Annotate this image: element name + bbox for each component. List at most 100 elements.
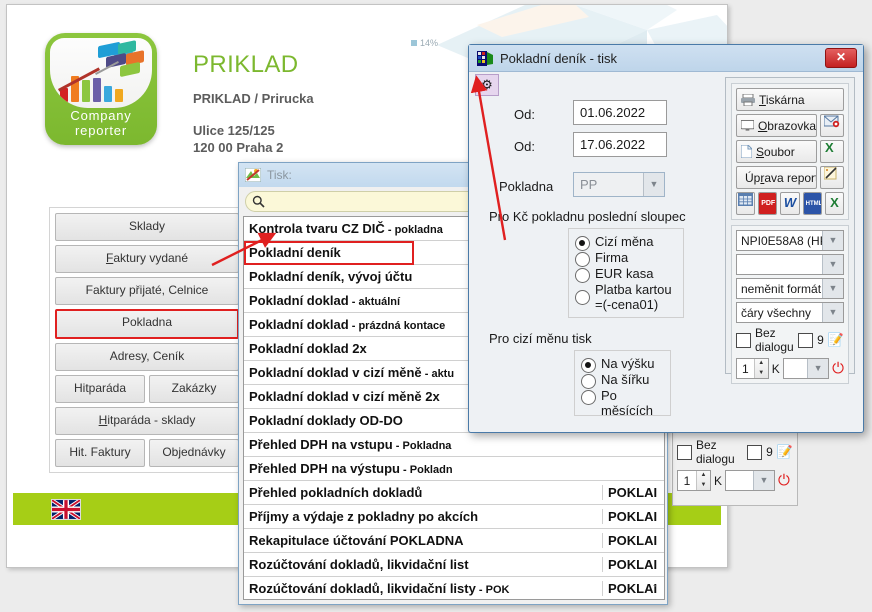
gear-icon[interactable]: ⚙ [475, 74, 499, 96]
list-scroll-down-arrow[interactable]: ˇ [648, 583, 662, 597]
pokladna-value: PP [580, 177, 598, 192]
group1-label: Pro Kč pokladnu poslední sloupec [489, 209, 686, 224]
export-excel-icon[interactable]: X [820, 140, 844, 163]
send-email-icon[interactable] [820, 114, 844, 137]
bg-copies-combo[interactable]: ▼ [725, 470, 776, 491]
export-word-icon[interactable]: W [780, 192, 800, 215]
copies-row: 1 ▲ ▼ K ▼ ⏻ [736, 358, 844, 379]
radio-dot [575, 289, 590, 305]
copies-value: 1 [742, 361, 749, 376]
export-grid-icon[interactable] [736, 192, 756, 215]
chevron-down-icon[interactable]: ▼ [807, 359, 829, 378]
bg-copies-combo-arrow[interactable]: ▼ [753, 471, 775, 490]
report-name: Pokladní deník [249, 245, 341, 260]
close-icon[interactable]: ✕ [825, 48, 857, 68]
nav-row: Hitparáda - sklady [55, 407, 239, 435]
bg-no-dialog-checkbox[interactable] [677, 444, 692, 460]
print-to-screen-button[interactable]: Obrazovka [736, 114, 817, 137]
report-code: POKLAI [602, 533, 664, 548]
dialog-window-icon [477, 50, 493, 66]
report-name-suffix: - prázdná kontace [348, 320, 446, 332]
radio-dot [581, 358, 596, 373]
print-setup-icon[interactable]: 📝 [828, 332, 844, 348]
copies-combo[interactable]: ▼ [782, 358, 830, 379]
nav-button-pokladna[interactable]: Pokladna [55, 309, 239, 339]
no-dialog-checkbox[interactable] [736, 332, 751, 348]
nav-button-hit-faktury[interactable]: Hit. Faktury [55, 439, 145, 467]
bg-copies-spin-buttons[interactable]: ▲ ▼ [696, 471, 710, 490]
nav-button-sklady[interactable]: Sklady [55, 213, 239, 241]
bg-power-icon[interactable]: ⏻ [778, 473, 790, 488]
report-name: Příjmy a výdaje z pokladny po akcích [249, 509, 479, 524]
bg-copies-checkbox[interactable] [747, 444, 763, 460]
radio-dot [575, 236, 590, 251]
copies-spinner[interactable]: 1 ▲ ▼ [736, 358, 769, 379]
radio-na-vysku[interactable]: Na výšku [581, 356, 664, 373]
export-pdf-icon[interactable]: PDF [758, 192, 778, 215]
chevron-down-icon[interactable]: ▼ [822, 279, 843, 298]
nav-row: Hit. Faktury Objednávky [55, 439, 239, 467]
chevron-down-icon[interactable]: ▼ [822, 255, 843, 274]
navigation-panel: Sklady Faktury vydané Faktury přijaté, C… [49, 207, 245, 473]
pokladna-select[interactable]: PP ▼ [573, 172, 665, 197]
nav-row: Hitparáda Zakázky [55, 375, 239, 403]
radio-cizi-mena[interactable]: Cizí měna [575, 234, 677, 251]
nav-button-faktury-prijate-celnice[interactable]: Faktury přijaté, Celnice [55, 277, 239, 305]
export-html-icon[interactable]: HTML [802, 192, 822, 215]
copies-checkbox[interactable] [798, 332, 814, 348]
radio-platba-kartou[interactable]: Platba kartou =(-cena01) [575, 282, 677, 312]
edit-report-button[interactable]: Úprava report [736, 166, 817, 189]
nav-row: Faktury vydané [55, 245, 239, 273]
report-list-row[interactable]: Přehled pokladních dokladů POKLAI [244, 481, 664, 505]
radio-firma[interactable]: Firma [575, 250, 677, 267]
print-to-file-button[interactable]: Soubor [736, 140, 817, 163]
export-xls-icon[interactable]: X [824, 192, 845, 215]
radio-label: Na šířku [601, 372, 650, 387]
bg-copies-spinner[interactable]: 1 ▲ ▼ [677, 470, 711, 491]
nav-button-objednavky[interactable]: Objednávky [149, 439, 239, 467]
radio-eur-kasa[interactable]: EUR kasa [575, 266, 677, 283]
tisk-window-title: Tisk: [267, 168, 292, 182]
orientation-radio-group: Na výšku Na šířku Po měsících [574, 350, 671, 418]
language-flag-icon[interactable] [51, 499, 81, 520]
report-name: Rekapitulace účtování POKLADNA [249, 533, 464, 548]
bg-print-setup-icon[interactable]: 📝 [777, 444, 793, 460]
nav-button-zakazky[interactable]: Zakázky [149, 375, 239, 403]
report-list-row[interactable]: Rozúčtování dokladů, likvidační listy - … [244, 577, 664, 599]
report-list-row[interactable]: Rekapitulace účtování POKLADNA POKLAI [244, 529, 664, 553]
radio-po-mesicich[interactable]: Po měsících [581, 388, 664, 418]
chevron-down-icon[interactable]: ▼ [822, 303, 843, 322]
printer-name-select[interactable]: NPI0E58A8 (HP Lase ▼ [736, 230, 844, 251]
report-name-suffix: - aktuální [348, 296, 401, 308]
edit-report-advanced-icon[interactable] [820, 166, 844, 189]
lines-select[interactable]: čáry všechny ▼ [736, 302, 844, 323]
copies-spin-buttons[interactable]: ▲ ▼ [753, 359, 768, 378]
from-date-input-2[interactable]: 17.06.2022 [573, 132, 667, 157]
radio-dot [575, 252, 590, 267]
from-date-input-1[interactable]: 01.06.2022 [573, 100, 667, 125]
radio-na-sirku[interactable]: Na šířku [581, 372, 664, 389]
report-list-row[interactable]: Přehled DPH na výstupu - Pokladn [244, 457, 664, 481]
report-list-row[interactable]: Příjmy a výdaje z pokladny po akcích POKL… [244, 505, 664, 529]
power-icon[interactable]: ⏻ [832, 361, 844, 376]
output-row-screen: Obrazovka [736, 114, 844, 137]
report-list-row[interactable]: Rozúčtování dokladů, likvidační list POKL… [244, 553, 664, 577]
report-code: POKLAI [602, 557, 664, 572]
radio-dot [581, 374, 596, 389]
nav-row: Faktury přijaté, Celnice [55, 277, 239, 305]
print-to-printer-button[interactable]: Tiskárna [736, 88, 844, 111]
printer-tray-select[interactable]: ▼ [736, 254, 844, 275]
document-icon [741, 145, 752, 158]
logo-chart-photo [50, 38, 152, 108]
paper-format-select[interactable]: neměnit formát ▼ [736, 278, 844, 299]
address-line-1: Ulice 125/125 [193, 123, 275, 138]
nav-button-adresy-cenik[interactable]: Adresy, Ceník [55, 343, 239, 371]
report-list-row[interactable]: Přehled DPH na vstupu - Pokladna [244, 433, 664, 457]
nav-button-hitparada[interactable]: Hitparáda [55, 375, 145, 403]
nav-button-hitparada-sklady[interactable]: Hitparáda - sklady [55, 407, 239, 435]
nav-button-faktury-vydane[interactable]: Faktury vydané [55, 245, 239, 273]
chevron-down-icon[interactable]: ▼ [822, 231, 843, 250]
no-dialog-row: Bez dialogu 9 📝 [736, 326, 844, 354]
printer-settings-group: NPI0E58A8 (HP Lase ▼ ▼ neměnit formát ▼ … [731, 225, 849, 384]
chevron-down-icon[interactable]: ▼ [643, 173, 664, 196]
